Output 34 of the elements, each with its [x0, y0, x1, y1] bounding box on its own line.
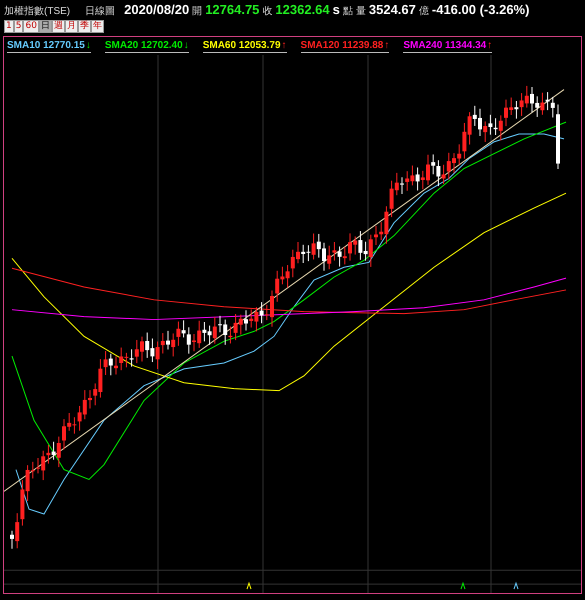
- open-label: 開: [192, 5, 202, 18]
- period-button[interactable]: 月: [64, 20, 78, 33]
- close-value: 12362.64: [275, 2, 330, 17]
- signal-marker-icon: [246, 582, 252, 590]
- points-label: 點: [342, 5, 353, 18]
- trend-arrow: ↑: [384, 40, 390, 51]
- trend-arrow: ↓: [184, 40, 189, 51]
- moving-average-label: SMA60 12053.79: [202, 40, 281, 51]
- trend-arrow: ↑: [282, 40, 287, 51]
- moving-average-label: SMA240 11344.34: [403, 40, 486, 51]
- trend-arrow: ↓: [86, 40, 91, 51]
- period-button[interactable]: 週: [52, 20, 65, 33]
- period-button[interactable]: 1: [4, 20, 14, 33]
- change-value: -416.00 (-3.26%): [432, 2, 530, 17]
- signal-marker-icon: [460, 582, 466, 590]
- moving-average-label: SMA10 12770.15: [7, 40, 85, 51]
- volume-unit: 億: [418, 4, 429, 18]
- open-value: 12764.75: [205, 2, 260, 17]
- moving-average-label: SMA120 11239.88: [300, 40, 384, 51]
- date-text: 2020/08/20: [124, 2, 190, 17]
- period-button[interactable]: 60: [23, 20, 39, 33]
- period-button[interactable]: 5: [14, 20, 24, 33]
- volume-label: 量: [356, 5, 366, 18]
- period-button[interactable]: 年: [90, 20, 104, 33]
- chart-type-label: 日線圖: [85, 5, 116, 18]
- trend-arrow: ↑: [487, 40, 492, 51]
- period-button[interactable]: 季: [78, 20, 91, 33]
- signal-marker-icon: [514, 582, 518, 590]
- period-button[interactable]: 日: [38, 20, 52, 33]
- unit-mark: s: [332, 2, 340, 17]
- volume-value: 3524.67: [368, 2, 416, 17]
- moving-average-label: SMA20 12702.40: [104, 40, 183, 51]
- index-title: 加權指數(TSE): [4, 4, 70, 18]
- close-label: 收: [262, 5, 272, 18]
